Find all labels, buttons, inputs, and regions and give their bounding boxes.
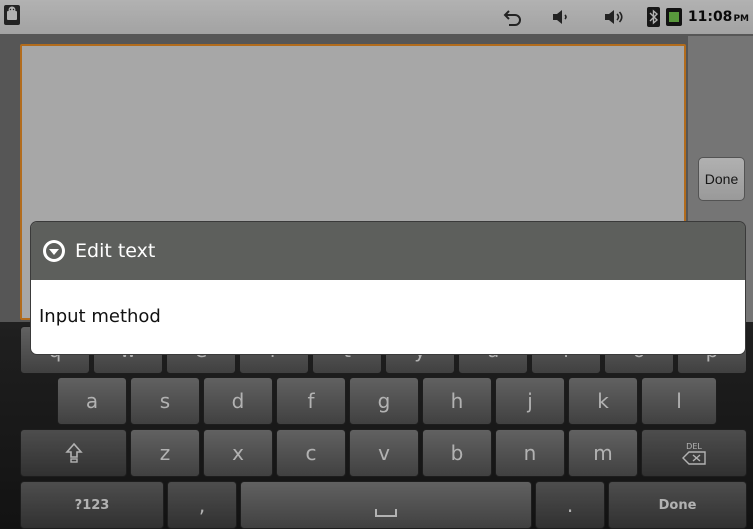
edit-text-dialog: Edit text Input method [31,222,745,354]
dialog-menu: Input method [31,280,745,354]
dialog-header: Edit text [31,222,745,280]
dropdown-circle-icon [43,240,65,262]
dialog-title: Edit text [75,240,156,262]
menu-item-input-method[interactable]: Input method [39,306,161,327]
